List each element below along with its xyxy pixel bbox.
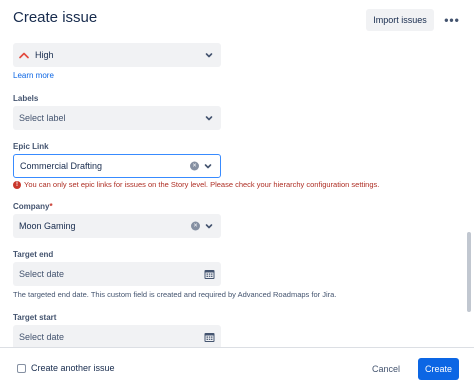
more-icon[interactable]: •••	[440, 9, 464, 31]
target-start-label: Target start	[13, 313, 57, 322]
target-end-datepicker[interactable]: Select date	[13, 262, 221, 286]
target-start-placeholder: Select date	[19, 332, 65, 342]
target-end-label: Target end	[13, 250, 54, 259]
cancel-button[interactable]: Cancel	[363, 358, 409, 380]
modal-footer: Create another issue Cancel Create	[0, 347, 474, 392]
epic-link-error-text: You can only set epic links for issues o…	[24, 180, 380, 189]
required-mark: *	[49, 202, 53, 211]
priority-value: High	[35, 50, 54, 60]
import-issues-button[interactable]: Import issues	[366, 9, 434, 31]
target-end-placeholder: Select date	[19, 269, 65, 279]
company-label-text: Company	[13, 202, 50, 211]
learn-more-link[interactable]: Learn more	[13, 71, 54, 80]
create-another-label[interactable]: Create another issue	[31, 363, 115, 373]
company-select[interactable]: Moon Gaming ×	[13, 214, 221, 238]
calendar-icon[interactable]	[204, 332, 215, 343]
epic-link-select[interactable]: Commercial Drafting ×	[13, 154, 221, 178]
clear-icon[interactable]: ×	[191, 221, 200, 231]
chevron-down-icon	[204, 164, 212, 169]
scrollbar-thumb[interactable]	[467, 232, 471, 312]
calendar-icon[interactable]	[204, 269, 215, 280]
company-label: Company*	[13, 202, 53, 211]
priority-high-icon	[19, 52, 29, 59]
epic-link-label: Epic Link	[13, 142, 49, 151]
chevron-down-icon	[205, 53, 213, 58]
error-icon: !	[13, 180, 21, 189]
create-another-checkbox[interactable]	[17, 364, 26, 373]
page-title: Create issue	[13, 9, 98, 26]
epic-link-error: ! You can only set epic links for issues…	[13, 180, 379, 189]
create-button[interactable]: Create	[418, 358, 459, 380]
chevron-down-icon	[205, 116, 213, 121]
company-value: Moon Gaming	[19, 221, 76, 231]
target-start-datepicker[interactable]: Select date	[13, 325, 221, 347]
modal-header: Create issue Import issues •••	[0, 0, 474, 40]
target-end-helper: The targeted end date. This custom field…	[13, 290, 337, 299]
labels-label: Labels	[13, 94, 39, 103]
clear-icon[interactable]: ×	[190, 161, 199, 171]
labels-select[interactable]: Select label	[13, 106, 221, 130]
labels-placeholder: Select label	[19, 113, 66, 123]
form-scroll-area[interactable]: High Learn more Labels Select label Epic…	[0, 40, 474, 347]
priority-select[interactable]: High	[13, 43, 221, 67]
epic-link-value: Commercial Drafting	[20, 161, 103, 171]
chevron-down-icon	[205, 224, 213, 229]
